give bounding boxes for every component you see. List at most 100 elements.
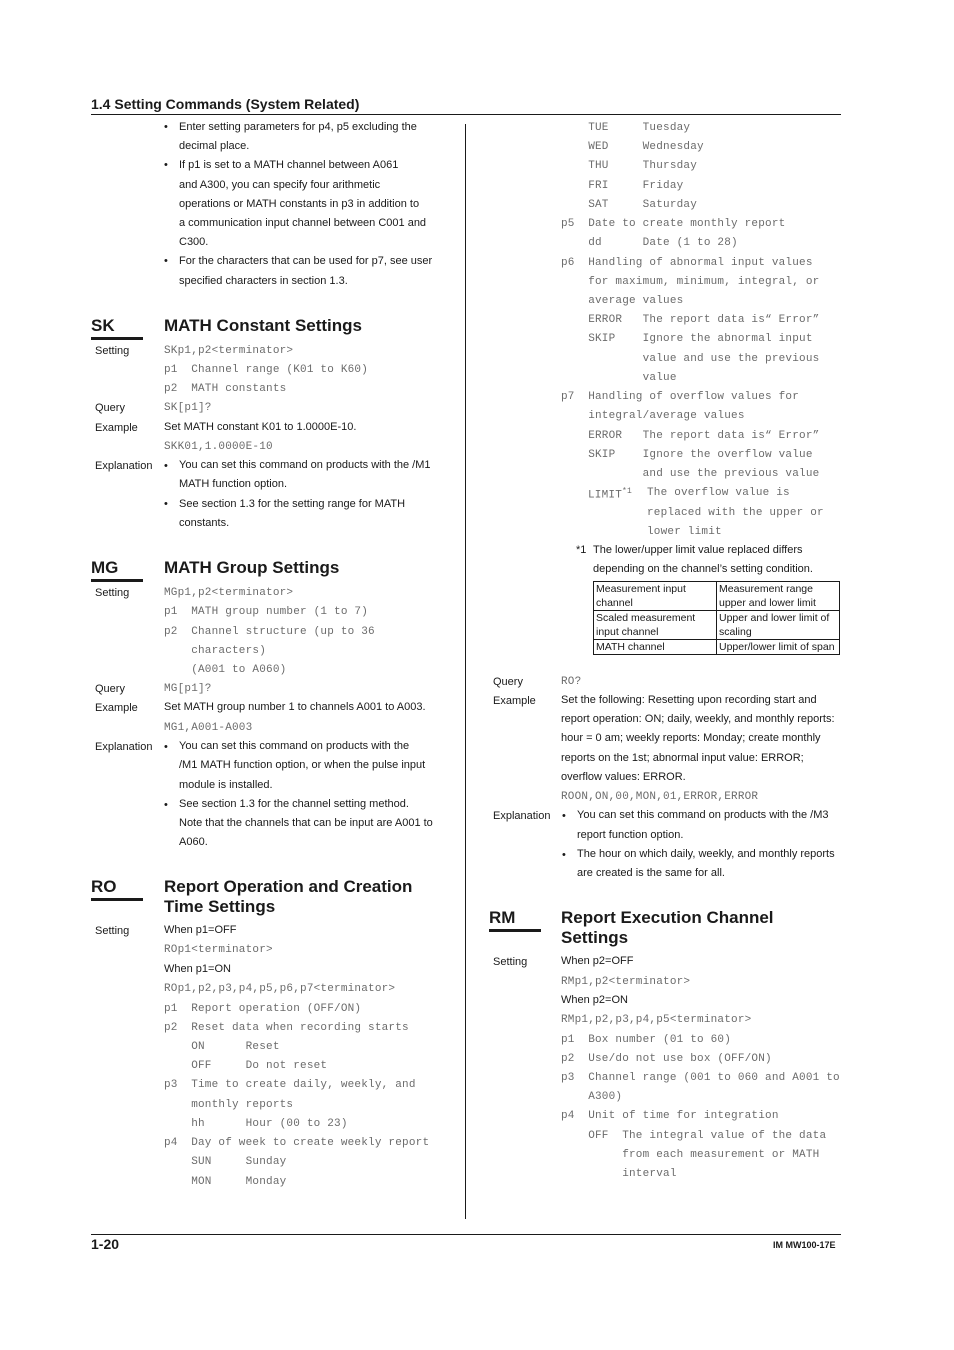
command-code: RM [489, 908, 516, 927]
param-line: ON Reset [164, 1041, 280, 1053]
param-line: p2 Reset data when recording starts [164, 1022, 409, 1034]
example-text: overflow values: ERROR. [561, 771, 686, 783]
section-header: 1.4 Setting Commands (System Related) [91, 96, 360, 112]
bullet-line: /M1 MATH function option, or when the pu… [179, 759, 426, 771]
param-line: lower limit [647, 526, 722, 538]
bullet-line: For the characters that can be used for … [179, 255, 433, 267]
param-line: average values [561, 295, 684, 307]
param-line: p4 Unit of time for integration [561, 1110, 779, 1122]
param-line: p3 Channel range (001 to 060 and A001 to [561, 1072, 840, 1084]
bullet-marker: • [164, 255, 168, 267]
page-number: 1-20 [91, 1236, 120, 1252]
param-line: THU Thursday [561, 160, 698, 172]
footnote-line: depending on the channel’s setting condi… [593, 563, 813, 575]
table-row: Measurement input channel Measurement ra… [593, 581, 840, 611]
bullet-line: decimal place. [179, 140, 250, 152]
query-syntax: MG[p1]? [164, 683, 212, 695]
param-line: p2 Use/do not use box (OFF/ON) [561, 1053, 772, 1065]
param-line: SUN Sunday [164, 1156, 287, 1168]
bullet-marker: • [562, 810, 566, 822]
section-title: MATH Constant Settings [164, 316, 363, 335]
table-cell: Measurement input channel [593, 581, 717, 611]
footnote-mark: *1 [576, 544, 587, 556]
bullet-marker: • [164, 121, 168, 133]
param-line: SKIP Ignore the abnormal input [561, 333, 813, 345]
command-underline [91, 337, 143, 340]
bullet-line: MATH function option. [179, 478, 288, 490]
setting-syntax: ROp1,p2,p3,p4,p5,p6,p7<terminator> [164, 983, 396, 995]
query-syntax: RO? [561, 676, 582, 688]
query-syntax: SK[p1]? [164, 402, 212, 414]
param-line: OFF The integral value of the data [561, 1130, 827, 1142]
param-line: p1 Box number (01 to 60) [561, 1034, 732, 1046]
explanation-label: Explanation [493, 810, 551, 822]
setting-syntax: RMp1,p2<terminator> [561, 976, 691, 988]
table-row: MATH channel Upper/lower limit of span [593, 639, 840, 655]
example-text: Set MATH group number 1 to channels A001… [164, 701, 426, 713]
section-title: MATH Group Settings [164, 558, 340, 577]
example-label: Example [95, 702, 138, 714]
condition-text: When p1=ON [164, 963, 231, 975]
explanation-label: Explanation [95, 460, 153, 472]
table-cell: Upper/lower limit of span [716, 639, 840, 655]
footnote-line: The lower/upper limit value replaced dif… [593, 544, 803, 556]
param-line: WED Wednesday [561, 141, 704, 153]
param-line: p1 Channel range (K01 to K60) [164, 364, 369, 376]
bullet-line: report function option. [577, 829, 684, 841]
table-cell: Scaled measurement input channel [593, 610, 717, 640]
setting-syntax: ROp1<terminator> [164, 944, 273, 956]
section-title: Report Operation and Creation Time Setti… [164, 877, 413, 916]
param-line: p2 Channel structure (up to 36 [164, 626, 375, 638]
param-line: from each measurement or MATH [561, 1149, 820, 1161]
example-code: MG1,A001-A003 [164, 722, 253, 734]
table-cell: Upper and lower limit of scaling [716, 610, 840, 640]
bullet-line: Note that the channels that can be input… [179, 817, 433, 829]
param-line: value and use the previous [561, 353, 820, 365]
param-line: ERROR The report data is“ Error” [561, 314, 820, 326]
example-text: hour = 0 am; weekly reports: Monday; cre… [561, 732, 821, 744]
param-line: A300) [561, 1091, 623, 1103]
condition-text: When p1=OFF [164, 924, 237, 936]
param-line: value [561, 372, 677, 384]
example-code: SKK01,1.0000E-10 [164, 441, 273, 453]
bullet-marker: • [164, 159, 168, 171]
param-line: p6 Handling of abnormal input values [561, 257, 813, 269]
example-label: Example [493, 695, 536, 707]
example-text: reports on the 1st; abnormal input value… [561, 752, 804, 764]
param-line: p4 Day of week to create weekly report [164, 1137, 430, 1149]
param-line: (A001 to A060) [164, 664, 287, 676]
param-line: characters) [164, 645, 267, 657]
setting-label: Setting [95, 345, 130, 357]
bullet-line: If p1 is set to a MATH channel between A… [179, 159, 399, 171]
param-line: replaced with the upper or [647, 507, 824, 519]
bullet-line: and A300, you can specify four arithmeti… [179, 179, 381, 191]
limit-key-text: LIMIT [588, 489, 623, 502]
bullet-marker: • [164, 498, 168, 510]
param-line: SKIP Ignore the overflow value [561, 449, 813, 461]
setting-label: Setting [95, 587, 130, 599]
table-row: Scaled measurement input channel Upper a… [593, 610, 840, 640]
example-label: Example [95, 422, 138, 434]
bullet-line: a communication input channel between C0… [179, 217, 427, 229]
command-underline [91, 898, 143, 901]
header-rule [91, 114, 841, 115]
table-cell: MATH channel [593, 639, 717, 655]
setting-syntax: SKp1,p2<terminator> [164, 345, 294, 357]
command-code: SK [91, 316, 115, 335]
param-line: ERROR The report data is“ Error” [561, 430, 820, 442]
bullet-line: The hour on which daily, weekly, and mon… [577, 848, 835, 860]
footnote-ref: *1 [622, 487, 633, 496]
param-line: OFF Do not reset [164, 1060, 328, 1072]
document-id: IM MW100-17E [773, 1240, 836, 1250]
footer-rule [91, 1234, 841, 1235]
bullet-line: C300. [179, 236, 209, 248]
example-text: Set MATH constant K01 to 1.0000E-10. [164, 421, 357, 433]
command-code: MG [91, 558, 119, 577]
bullet-line: You can set this command on products wit… [179, 459, 431, 471]
bullet-marker: • [164, 741, 168, 753]
query-label: Query [95, 683, 125, 695]
param-line: p2 MATH constants [164, 383, 287, 395]
bullet-line: A060. [179, 836, 208, 848]
bullet-line: are created is the same for all. [577, 867, 725, 879]
param-line: for maximum, minimum, integral, or [561, 276, 820, 288]
